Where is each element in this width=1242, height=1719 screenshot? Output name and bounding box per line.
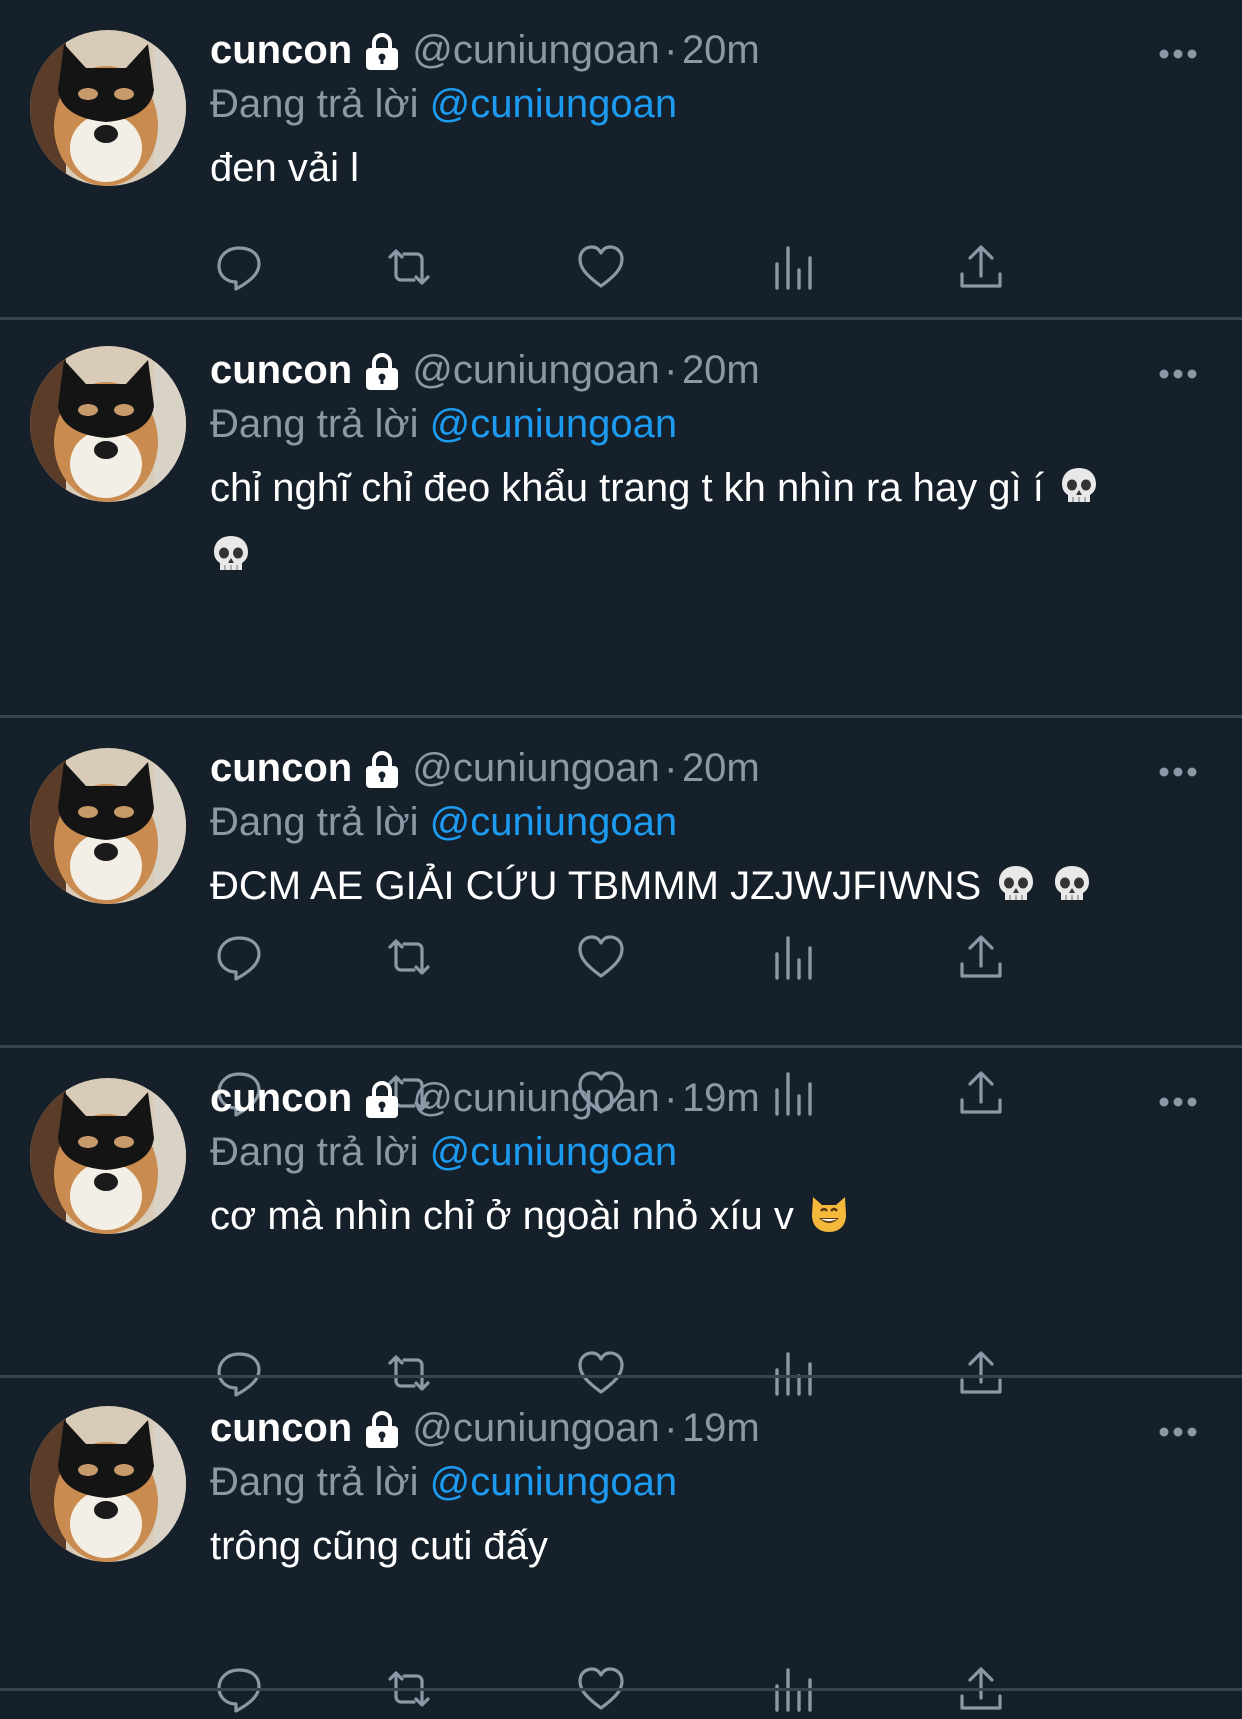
tweet-divider xyxy=(0,1688,1242,1691)
replying-prefix: Đang trả lời xyxy=(210,402,419,446)
replying-prefix: Đang trả lời xyxy=(210,1130,419,1174)
replying-prefix: Đang trả lời xyxy=(210,1460,419,1504)
avatar[interactable] xyxy=(30,1078,186,1234)
replying-prefix: Đang trả lời xyxy=(210,800,419,844)
replying-mention[interactable]: @cuniungoan xyxy=(430,1130,677,1174)
tweet-header: cuncon @cuniungoan · 20m xyxy=(210,28,760,88)
skull-emoji-icon xyxy=(1058,460,1100,502)
username-handle[interactable]: @cuniungoan xyxy=(412,28,659,72)
skull-emoji-icon xyxy=(1051,858,1093,900)
inline-emojis xyxy=(981,864,1093,908)
more-icon[interactable] xyxy=(1158,762,1198,782)
separator-dot: · xyxy=(664,1076,678,1120)
tweet[interactable]: cuncon @cuniungoan · 20m Đang trả lời @cu… xyxy=(0,0,1242,317)
avatar[interactable] xyxy=(30,30,186,186)
views-icon[interactable] xyxy=(768,242,818,292)
heart-icon[interactable] xyxy=(576,242,626,292)
lock-icon xyxy=(362,1079,402,1119)
tweet[interactable]: cuncon @cuniungoan · 20m Đang trả lời @cu… xyxy=(0,718,1242,1117)
display-name[interactable]: cuncon xyxy=(210,28,352,72)
replying-to: Đang trả lời @cuniungoan xyxy=(210,82,677,127)
username-handle[interactable]: @cuniungoan xyxy=(412,348,659,392)
username-handle[interactable]: @cuniungoan xyxy=(412,1076,659,1120)
tweet-header: cuncon @cuniungoan · 19m xyxy=(210,1406,760,1466)
tweet-text: đen vải l xyxy=(210,134,1200,202)
tweet-text-content: cơ mà nhìn chỉ ở ngoài nhỏ xíu v xyxy=(210,1194,794,1238)
avatar[interactable] xyxy=(30,1406,186,1562)
timestamp[interactable]: 20m xyxy=(682,348,760,392)
replying-mention[interactable]: @cuniungoan xyxy=(430,800,677,844)
lock-icon xyxy=(362,749,402,789)
tweet-text-content: chỉ nghĩ chỉ đeo khẩu trang t kh nhìn ra… xyxy=(210,466,1044,510)
lock-icon xyxy=(362,31,402,71)
separator-dot: · xyxy=(664,1406,678,1450)
tweet-header: cuncon @cuniungoan · 20m xyxy=(210,348,760,408)
replying-to: Đang trả lời @cuniungoan xyxy=(210,402,677,447)
tweet-text-line2 xyxy=(210,522,1200,590)
tweet-header: cuncon @cuniungoan · 20m xyxy=(210,746,760,806)
skull-emoji-icon xyxy=(210,528,252,570)
lock-icon xyxy=(362,351,402,391)
separator-dot: · xyxy=(664,28,678,72)
tweet[interactable]: cuncon @cuniungoan · 20m Đang trả lời @cu… xyxy=(0,320,1242,981)
smiling-cat-emoji-icon xyxy=(808,1188,850,1232)
display-name[interactable]: cuncon xyxy=(210,1406,352,1450)
timestamp[interactable]: 19m xyxy=(682,1406,760,1450)
tweet[interactable]: cuncon @cuniungoan · 19m Đang trả lời @cu… xyxy=(0,1378,1242,1713)
timestamp[interactable]: 20m xyxy=(682,746,760,790)
replying-mention[interactable]: @cuniungoan xyxy=(430,82,677,126)
tweet[interactable]: cuncon @cuniungoan · 19m Đang trả lời @cu… xyxy=(0,1048,1242,1397)
tweet-text: cơ mà nhìn chỉ ở ngoài nhỏ xíu v xyxy=(210,1182,1200,1250)
replying-to: Đang trả lời @cuniungoan xyxy=(210,1460,677,1505)
more-icon[interactable] xyxy=(1158,44,1198,64)
avatar[interactable] xyxy=(30,346,186,502)
action-bar xyxy=(210,242,1110,292)
separator-dot: · xyxy=(664,348,678,392)
retweet-icon[interactable] xyxy=(384,242,434,292)
avatar[interactable] xyxy=(30,748,186,904)
username-handle[interactable]: @cuniungoan xyxy=(412,746,659,790)
replying-mention[interactable]: @cuniungoan xyxy=(430,1460,677,1504)
more-icon[interactable] xyxy=(1158,1092,1198,1112)
tweet-text-content: đen vải l xyxy=(210,146,359,190)
display-name[interactable]: cuncon xyxy=(210,1076,352,1120)
share-icon[interactable] xyxy=(956,242,1006,292)
tweet-text: ĐCM AE GIẢI CỨU TBMMM JZJWJFIWNS xyxy=(210,852,1200,920)
more-icon[interactable] xyxy=(1158,1422,1198,1442)
inline-emojis xyxy=(1044,466,1100,510)
tweet-header: cuncon @cuniungoan · 19m xyxy=(210,1076,760,1136)
lock-icon xyxy=(362,1409,402,1449)
display-name[interactable]: cuncon xyxy=(210,746,352,790)
username-handle[interactable]: @cuniungoan xyxy=(412,1406,659,1450)
tweet-text-content: trông cũng cuti đấy xyxy=(210,1524,548,1568)
replying-to: Đang trả lời @cuniungoan xyxy=(210,800,677,845)
replying-prefix: Đang trả lời xyxy=(210,82,419,126)
tweet-text-content: ĐCM AE GIẢI CỨU TBMMM JZJWJFIWNS xyxy=(210,864,982,908)
inline-emojis xyxy=(794,1194,850,1238)
tweet-text: chỉ nghĩ chỉ đeo khẩu trang t kh nhìn ra… xyxy=(210,454,1200,590)
skull-emoji-icon xyxy=(995,858,1037,900)
replying-to: Đang trả lời @cuniungoan xyxy=(210,1130,677,1175)
separator-dot: · xyxy=(664,746,678,790)
timestamp[interactable]: 20m xyxy=(682,28,760,72)
timestamp[interactable]: 19m xyxy=(682,1076,760,1120)
replying-mention[interactable]: @cuniungoan xyxy=(430,402,677,446)
display-name[interactable]: cuncon xyxy=(210,348,352,392)
reply-icon[interactable] xyxy=(214,242,264,292)
more-icon[interactable] xyxy=(1158,364,1198,384)
tweet-text: trông cũng cuti đấy xyxy=(210,1512,1200,1580)
